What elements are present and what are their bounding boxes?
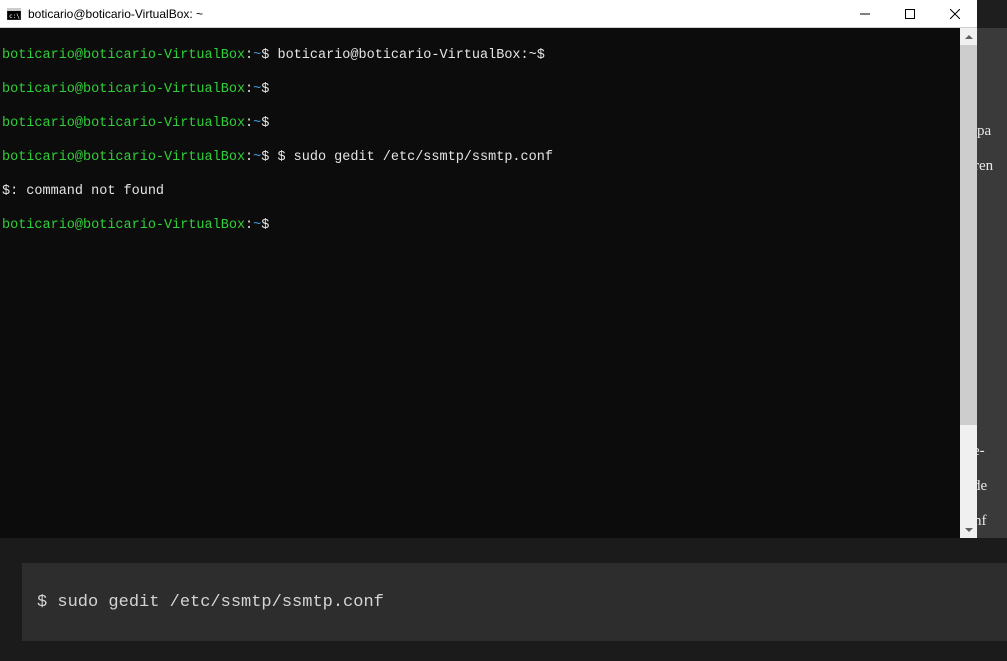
terminal-line: boticario@boticario-VirtualBox:~$ bbox=[2, 115, 960, 132]
svg-text:c:\: c:\ bbox=[9, 13, 20, 20]
window-controls bbox=[842, 0, 977, 27]
terminal-line: boticario@boticario-VirtualBox:~$ $ sudo… bbox=[2, 149, 960, 166]
scroll-down-button[interactable] bbox=[960, 521, 977, 538]
code-snippet-box: $ sudo gedit /etc/ssmtp/ssmtp.conf bbox=[22, 563, 1007, 641]
scroll-up-button[interactable] bbox=[960, 28, 977, 45]
maximize-button[interactable] bbox=[887, 0, 932, 28]
terminal-line: boticario@boticario-VirtualBox:~$ bbox=[2, 81, 960, 98]
scrollbar-thumb[interactable] bbox=[960, 45, 977, 425]
window-titlebar: c:\ boticario@boticario-VirtualBox: ~ bbox=[0, 0, 977, 28]
terminal-icon: c:\ bbox=[6, 6, 22, 22]
terminal-output[interactable]: boticario@boticario-VirtualBox:~$ botica… bbox=[0, 28, 960, 538]
window-title: boticario@boticario-VirtualBox: ~ bbox=[28, 7, 842, 21]
background-text-fragment: de bbox=[977, 478, 987, 495]
background-text-fragment: nf bbox=[977, 513, 987, 530]
terminal-prompt: boticario@boticario-VirtualBox:~$ bbox=[2, 217, 960, 234]
background-window: pa ren e- de nf bbox=[977, 28, 1007, 538]
vertical-scrollbar[interactable] bbox=[960, 28, 977, 538]
terminal-line: boticario@boticario-VirtualBox:~$ botica… bbox=[2, 47, 960, 64]
terminal-line: $: command not found bbox=[2, 183, 960, 200]
background-text-fragment: e- bbox=[977, 443, 985, 460]
bottom-panel: $ sudo gedit /etc/ssmtp/ssmtp.conf bbox=[0, 538, 1007, 661]
close-button[interactable] bbox=[932, 0, 977, 28]
background-text-fragment: pa bbox=[977, 123, 991, 140]
code-snippet-text: $ sudo gedit /etc/ssmtp/ssmtp.conf bbox=[37, 593, 384, 612]
minimize-button[interactable] bbox=[842, 0, 887, 28]
background-text-fragment: ren bbox=[977, 158, 993, 175]
